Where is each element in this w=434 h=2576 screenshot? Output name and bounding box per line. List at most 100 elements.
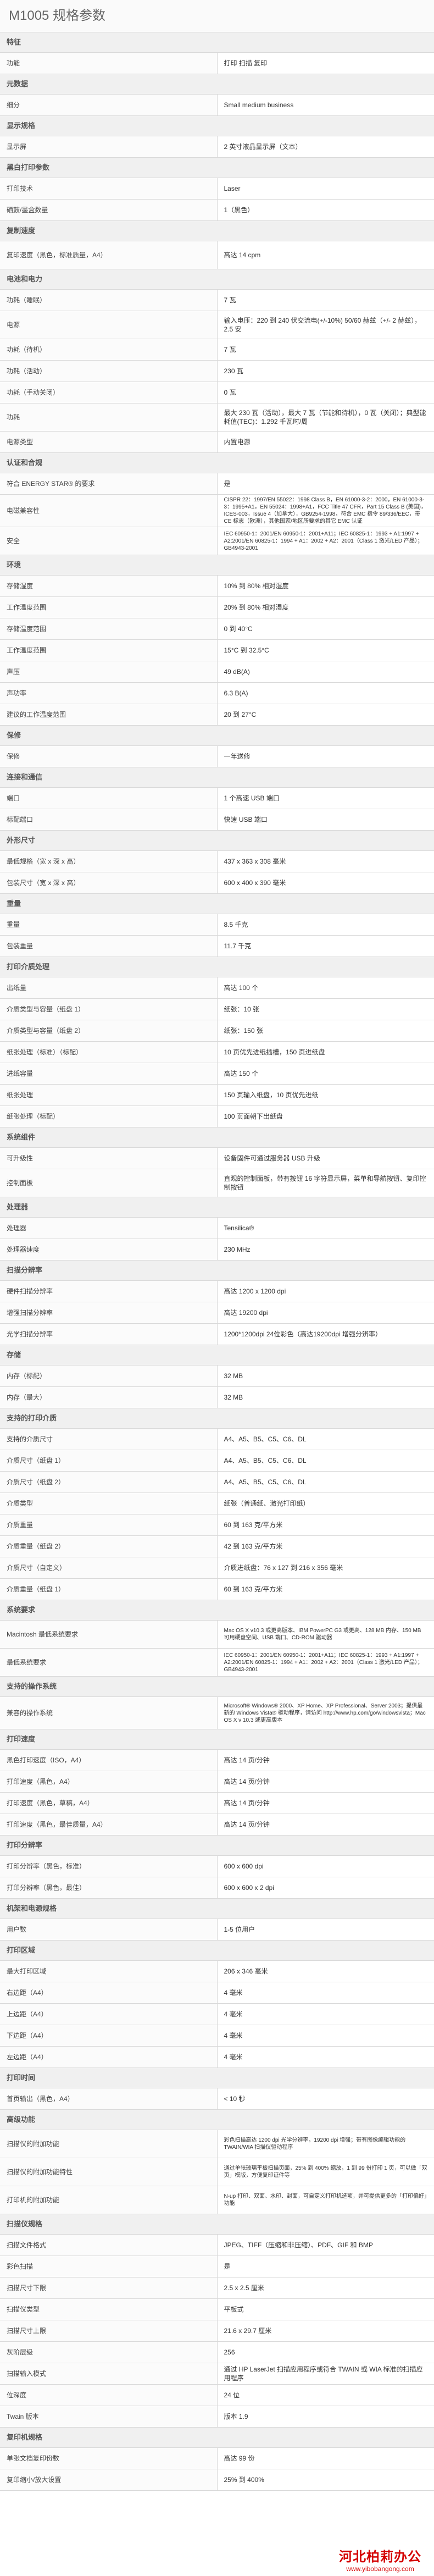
spec-row: 黑色打印速度（ISO，A4） 高达 14 页/分钟 (0, 1749, 434, 1771)
spec-value: N-up 打印、双面、水印、封面，可自定义打印机选项，并可提供更多的「打印偏好」… (217, 2186, 434, 2214)
watermark-text: 河北柏莉办公 (339, 2550, 421, 2564)
section-title: 打印分辨率 (0, 1835, 434, 1856)
spec-value: 纸张：10 张 (217, 998, 434, 1020)
spec-value: 高达 99 份 (217, 2447, 434, 2469)
spec-row: 纸张处理（标准）（标配） 10 页优先进纸插槽，150 页进纸盘 (0, 1041, 434, 1063)
spec-value: 32 MB (217, 1365, 434, 1387)
section-title: 高级功能 (0, 2109, 434, 2130)
spec-label: 处理器速度 (0, 1239, 218, 1261)
section-title: 显示规格 (0, 115, 434, 136)
section-header: 黑白打印参数 (0, 157, 434, 178)
spec-label: 复印速度（黑色，标准质量，A4） (0, 241, 218, 269)
spec-label: 标配端口 (0, 809, 218, 831)
spec-label: 功能 (0, 52, 218, 74)
spec-label: 细分 (0, 94, 218, 116)
spec-row: 位深度 24 位 (0, 2384, 434, 2406)
spec-label: 单张文档复印份数 (0, 2447, 218, 2469)
spec-value: 高达 14 cpm (217, 241, 434, 269)
spec-label: 最大打印区域 (0, 1960, 218, 1982)
spec-row: 用户数 1-5 位用户 (0, 1919, 434, 1941)
spec-value: 0 到 40°C (217, 618, 434, 640)
spec-value: 最大 230 瓦（活动），最大 7 瓦（节能和待机），0 瓦（关闭）；典型能耗值… (217, 403, 434, 432)
spec-value: 8.5 千克 (217, 914, 434, 936)
spec-label: 内存（最大） (0, 1386, 218, 1408)
spec-row: 建议的工作温度范围 20 到 27°C (0, 704, 434, 726)
section-header: 打印分辨率 (0, 1835, 434, 1856)
spec-value: 通过单张玻璃平板扫描页面，25% 到 400% 缩放，1 到 99 份打印 1 … (217, 2158, 434, 2186)
spec-label: 功耗（活动） (0, 360, 218, 382)
spec-value: 2.5 x 2.5 厘米 (217, 2277, 434, 2299)
spec-value: 60 到 163 克/平方米 (217, 1578, 434, 1600)
spec-label: 位深度 (0, 2384, 218, 2406)
spec-label: 纸张处理（标准）（标配） (0, 1041, 218, 1063)
spec-value: 是 (217, 2256, 434, 2278)
spec-label: 右边距（A4） (0, 1982, 218, 2004)
spec-value: IEC 60950-1：2001/EN 60950-1：2001+A11；IEC… (217, 1648, 434, 1677)
spec-row: 声功率 6.3 B(A) (0, 682, 434, 704)
spec-row: 标配端口 快速 USB 端口 (0, 809, 434, 831)
spec-value: 内置电源 (217, 431, 434, 453)
spec-label: 声压 (0, 661, 218, 683)
spec-label: 功耗 (0, 403, 218, 432)
spec-value: 高达 100 个 (217, 977, 434, 999)
spec-table-body: 特征 功能 打印 扫描 复印 元数据 细分 Small medium business 显示… (0, 32, 434, 2491)
spec-row: 扫描输入模式 通过 HP LaserJet 扫描应用程序或符合 TWAIN 或 W… (0, 2363, 434, 2385)
spec-label: 上边距（A4） (0, 2003, 218, 2025)
spec-label: 纸张处理 (0, 1084, 218, 1106)
spec-label: 存储湿度 (0, 575, 218, 597)
spec-row: 扫描尺寸上限 21.6 x 29.7 厘米 (0, 2320, 434, 2342)
section-title: 打印区域 (0, 1940, 434, 1961)
section-header: 支持的操作系统 (0, 1676, 434, 1697)
spec-value: 纸张：150 张 (217, 1020, 434, 1042)
section-header: 系统要求 (0, 1600, 434, 1621)
spec-label: 出纸量 (0, 977, 218, 999)
spec-value: 4 毫米 (217, 2003, 434, 2025)
spec-value: 206 x 346 毫米 (217, 1960, 434, 1982)
spec-row: 介质尺寸（纸盘 2） A4、A5、B5、C5、C6、DL (0, 1471, 434, 1493)
spec-label: 控制面板 (0, 1169, 218, 1197)
section-header: 打印时间 (0, 2068, 434, 2088)
spec-row: 进纸容量 高达 150 个 (0, 1063, 434, 1085)
spec-label: 电磁兼容性 (0, 494, 218, 527)
section-header: 存储 (0, 1345, 434, 1366)
spec-value: 设备固件可通过服务器 USB 升级 (217, 1147, 434, 1169)
spec-label: 重量 (0, 914, 218, 936)
spec-value: 32 MB (217, 1386, 434, 1408)
spec-value: 11.7 千克 (217, 935, 434, 957)
spec-row: 灰阶层级 256 (0, 2341, 434, 2363)
spec-row: 安全 IEC 60950-1：2001/EN 60950-1：2001+A11；I… (0, 527, 434, 555)
spec-label: 声功率 (0, 682, 218, 704)
spec-label: 首页输出（黑色，A4） (0, 2088, 218, 2110)
spec-label: 打印分辨率（黑色，最佳） (0, 1877, 218, 1899)
spec-label: 扫描尺寸下限 (0, 2277, 218, 2299)
spec-row: 光学扫描分辨率 1200*1200dpi 24位彩色（高达19200dpi 增强分… (0, 1323, 434, 1345)
spec-row: 打印速度（黑色，草稿，A4） 高达 14 页/分钟 (0, 1792, 434, 1814)
spec-row: 增强扫描分辨率 高达 19200 dpi (0, 1302, 434, 1324)
spec-row: 左边距（A4） 4 毫米 (0, 2046, 434, 2068)
spec-label: 扫描仪的附加功能 (0, 2130, 218, 2158)
section-header: 处理器 (0, 1197, 434, 1218)
spec-row: 纸张处理（标配） 100 页面朝下出纸盘 (0, 1105, 434, 1127)
spec-value: 2 英寸液晶显示屏（文本） (217, 136, 434, 158)
spec-row: 出纸量 高达 100 个 (0, 977, 434, 999)
spec-value: 平板式 (217, 2298, 434, 2320)
spec-label: 扫描仪的附加功能特性 (0, 2158, 218, 2186)
spec-label: 工作温度范围 (0, 596, 218, 618)
section-header: 元数据 (0, 74, 434, 95)
section-header: 重量 (0, 893, 434, 914)
spec-value: 7 瓦 (217, 339, 434, 361)
section-header: 外形尺寸 (0, 830, 434, 851)
spec-label: Macintosh 最低系统要求 (0, 1620, 218, 1649)
spec-row: 存储湿度 10% 到 80% 相对湿度 (0, 575, 434, 597)
spec-value: 20% 到 80% 相对湿度 (217, 596, 434, 618)
spec-value: 0 瓦 (217, 382, 434, 403)
spec-label: 介质重量 (0, 1514, 218, 1536)
spec-label: Twain 版本 (0, 2406, 218, 2428)
section-header: 复印机规格 (0, 2427, 434, 2448)
spec-row: 硬件扫描分辨率 高达 1200 x 1200 dpi (0, 1280, 434, 1302)
spec-value: < 10 秒 (217, 2088, 434, 2110)
spec-row: 介质类型与容量（纸盘 1） 纸张：10 张 (0, 998, 434, 1020)
section-header: 打印速度 (0, 1729, 434, 1750)
spec-value: 15°C 到 32.5°C (217, 639, 434, 661)
section-title: 重量 (0, 893, 434, 914)
